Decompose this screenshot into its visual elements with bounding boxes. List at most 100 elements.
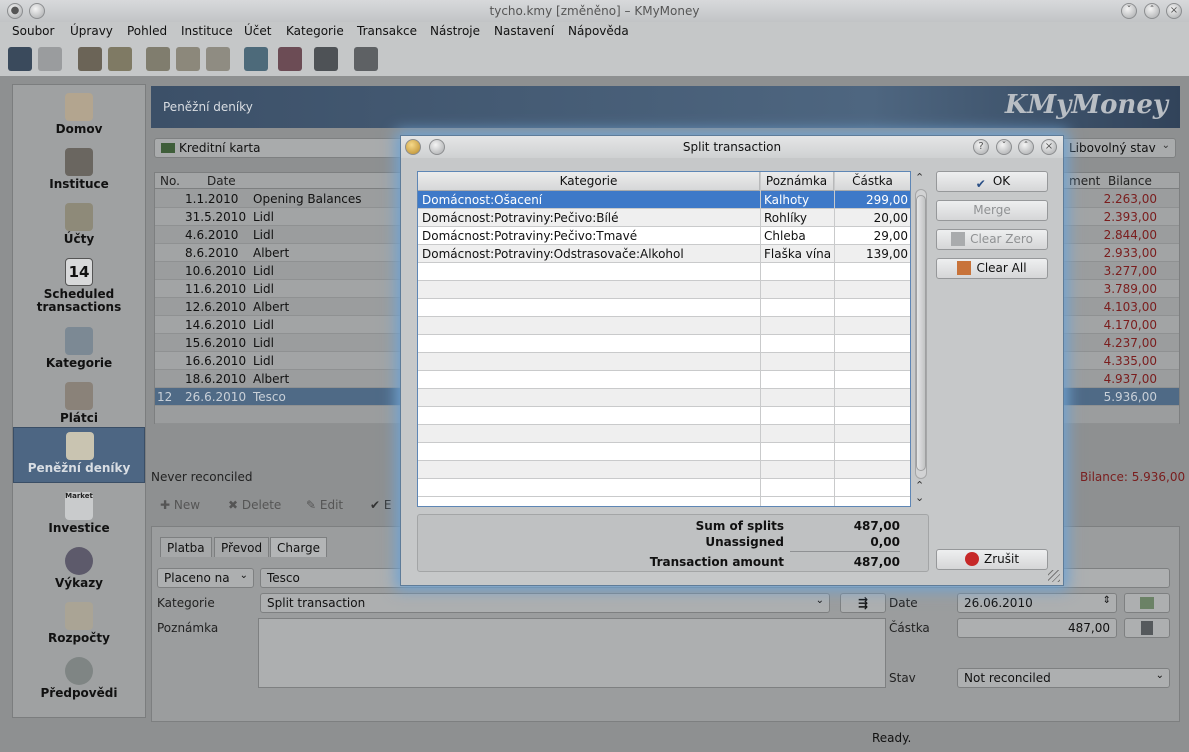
minimize-icon[interactable]: ˇ [1121,3,1137,19]
menu-nastaveni[interactable]: Nastavení [494,24,554,38]
edit-account-icon[interactable] [146,47,170,71]
pie-chart-icon [65,547,93,575]
column-header-category[interactable]: Kategorie [418,172,760,191]
split-row-empty[interactable] [418,461,910,479]
sidebar-item-investice[interactable]: Market Investice [13,488,145,542]
help-icon[interactable]: ? [973,139,989,155]
pay-to-select[interactable]: Placeno na ⌄ [157,568,254,588]
sidebar-item-platci[interactable]: Plátci [13,378,145,432]
sidebar-item-vykazy[interactable]: Výkazy [13,543,145,597]
split-row-empty[interactable] [418,281,910,299]
column-header-no[interactable]: No. [160,174,180,188]
globe-icon[interactable] [244,47,268,71]
delete-transaction-button[interactable]: ✖ Delete [228,498,281,512]
menu-nastroje[interactable]: Nástroje [430,24,480,38]
menu-pohled[interactable]: Pohled [127,24,167,38]
sidebar-item-rozpocty[interactable]: Rozpočty [13,598,145,652]
split-row[interactable]: Domácnost:Potraviny:Pečivo:Bílé Rohlíky 20… [418,209,910,227]
close-icon[interactable]: × [1166,3,1182,19]
split-row-empty[interactable] [418,335,910,353]
tab-charge[interactable]: Charge [270,537,328,557]
scales-icon[interactable] [206,47,230,71]
menu-ucet[interactable]: Účet [244,24,271,38]
sidebar-item-label: Výkazy [55,576,103,590]
split-row-empty[interactable] [418,317,910,335]
enter-transaction-button[interactable]: ✔ E [370,498,391,512]
calculator-button[interactable] [1124,618,1170,638]
broom-icon [951,232,966,246]
edit-transaction-button[interactable]: ✎ Edit [306,498,343,512]
menu-instituce[interactable]: Instituce [181,24,233,38]
clear-zero-button[interactable]: Clear Zero [936,229,1048,250]
column-header-date[interactable]: Date [207,174,236,188]
amount-input[interactable]: 487,00 [957,618,1117,638]
state-select[interactable]: Not reconciled ⌄ [957,668,1170,688]
split-row[interactable]: Domácnost:Potraviny:Pečivo:Tmavé Chleba 29… [418,227,910,245]
cancel-button[interactable]: Zrušit [936,549,1048,570]
column-header-payment[interactable]: ment [1069,174,1100,188]
category-select[interactable]: Split transaction ⌄ [260,593,830,613]
account-select[interactable]: Kreditní karta [154,138,404,158]
split-row-empty[interactable] [418,371,910,389]
sidebar-item-domov[interactable]: Domov [13,89,145,143]
sidebar-item-predpovedi[interactable]: Předpovědi [13,653,145,707]
maximize-icon[interactable]: ˆ [1144,3,1160,19]
cell-date: 16.6.2010 [185,354,247,368]
split-row-empty[interactable] [418,425,910,443]
split-row[interactable]: Domácnost:Ošacení Kalhoty 299,00 [418,191,910,209]
split-row-empty[interactable] [418,443,910,461]
column-header-memo[interactable]: Poznámka [760,172,834,191]
tab-platba[interactable]: Platba [160,537,212,557]
date-input[interactable]: 26.06.2010 ⇕ [957,593,1117,613]
clear-all-button[interactable]: Clear All [936,258,1048,279]
splits-scrollbar[interactable]: ⌃ ⌃ ⌄ [913,171,929,507]
menu-soubor[interactable]: Soubor [12,24,54,38]
split-row-empty[interactable] [418,479,910,497]
menu-transakce[interactable]: Transakce [357,24,417,38]
status-filter-select[interactable]: Libovolný stav ⌄ [1062,138,1176,158]
new-transaction-button[interactable]: ✚ New [160,498,200,512]
menu-upravy[interactable]: Úpravy [70,24,113,38]
new-institution-icon[interactable] [78,47,102,71]
merge-button[interactable]: Merge [936,200,1048,221]
split-row-empty[interactable] [418,407,910,425]
coins-icon[interactable] [176,47,200,71]
save-icon[interactable] [8,47,32,71]
sidebar-item-instituce[interactable]: Instituce [13,144,145,198]
calendar-button[interactable] [1124,593,1170,613]
split-row-empty[interactable] [418,299,910,317]
binoculars-icon[interactable] [314,47,338,71]
column-header-balance[interactable]: Bilance [1108,174,1152,188]
sidebar-item-penezni-deniky[interactable]: Peněžní deníky [13,427,145,483]
sidebar-item-label: Kategorie [45,356,113,370]
new-account-icon[interactable] [108,47,132,71]
sidebar-item-ucty[interactable]: Účty [13,199,145,253]
tab-prevod[interactable]: Převod [214,537,270,557]
print-icon[interactable] [38,47,62,71]
toolbar [0,42,1189,76]
sidebar-item-kategorie[interactable]: Kategorie [13,323,145,377]
calculator-icon[interactable] [354,47,378,71]
resize-grip-icon[interactable] [1048,570,1060,582]
maximize-icon[interactable]: ˆ [1018,139,1034,155]
scroll-up-icon[interactable]: ⌃ [915,171,924,184]
column-header-amount[interactable]: Částka [834,172,910,191]
memo-textarea[interactable] [258,618,886,688]
cell-balance: 2.933,00 [1103,246,1157,260]
split-row-empty[interactable] [418,353,910,371]
cell-payee: Albert [253,300,290,314]
scroll-thumb[interactable] [916,195,926,471]
sidebar-item-scheduled[interactable]: 14 Scheduled transactions [13,254,145,314]
pie-chart-icon[interactable] [278,47,302,71]
menu-napoveda[interactable]: Nápověda [568,24,629,38]
close-icon[interactable]: × [1041,139,1057,155]
split-button[interactable]: ⇶ [840,593,886,613]
minimize-icon[interactable]: ˇ [996,139,1012,155]
split-row-empty[interactable] [418,389,910,407]
cell-balance: 4.103,00 [1103,300,1157,314]
split-row[interactable]: Domácnost:Potraviny:Odstrasovače:Alkohol… [418,245,910,263]
split-row-empty[interactable] [418,263,910,281]
scroll-down-icon[interactable]: ⌄ [915,491,924,504]
ok-button[interactable]: ✔ OK [936,171,1048,192]
menu-kategorie[interactable]: Kategorie [286,24,344,38]
